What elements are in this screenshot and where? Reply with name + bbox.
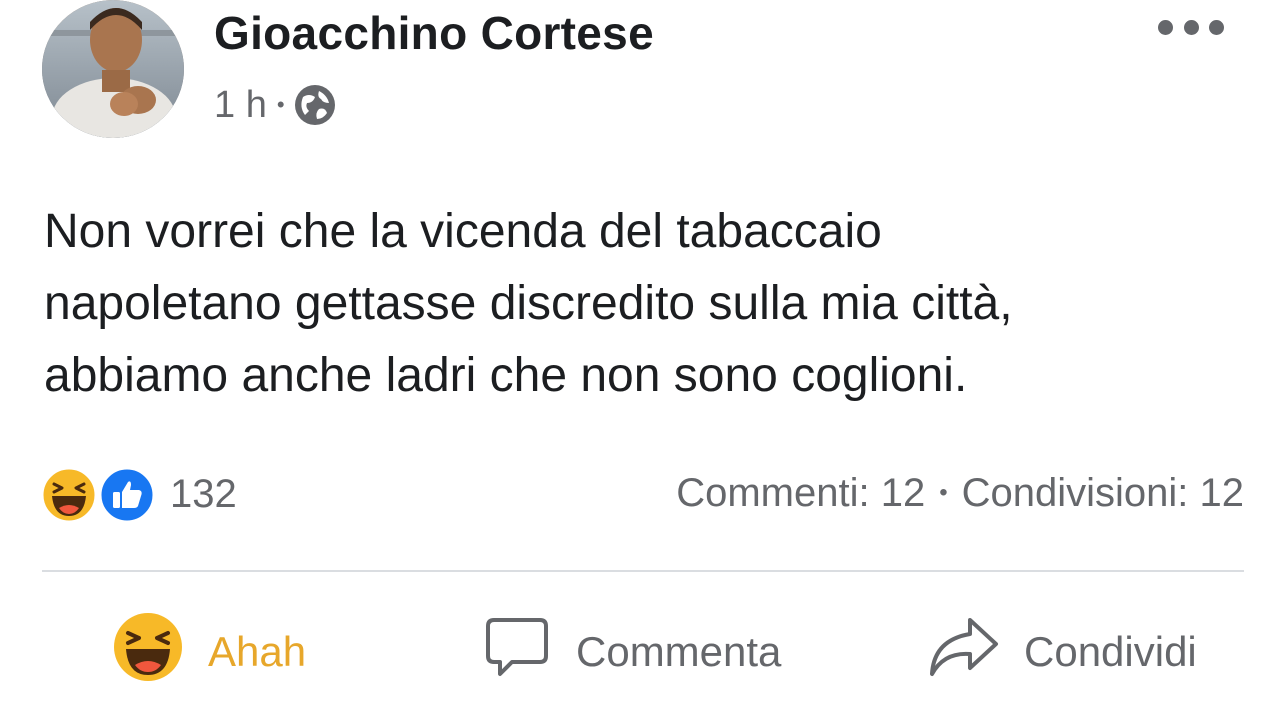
globe-icon[interactable] xyxy=(293,83,337,127)
reaction-icons xyxy=(40,464,160,524)
post-text-line: abbiamo anche ladri che non sono coglion… xyxy=(44,349,968,402)
react-button[interactable]: Ahah xyxy=(112,612,306,692)
post-text: Non vorrei che la vicenda del tabaccaio … xyxy=(44,196,1254,412)
react-button-label: Ahah xyxy=(208,628,307,675)
reactions-summary[interactable]: 132 xyxy=(40,464,237,524)
author-avatar[interactable] xyxy=(42,0,184,138)
haha-reaction-icon xyxy=(40,466,98,524)
post-meta: 1 h • xyxy=(214,80,337,130)
post-text-line: Non vorrei che la vicenda del tabaccaio xyxy=(44,205,882,258)
comments-count-link[interactable]: Commenti: 12 xyxy=(676,471,925,516)
post-text-line: napoletano gettasse discredito sulla mia… xyxy=(44,277,1013,330)
post-stats: Commenti: 12 • Condivisioni: 12 xyxy=(676,468,1244,518)
share-button-label: Condividi xyxy=(1024,628,1197,675)
share-arrow-icon xyxy=(926,612,1000,692)
comment-bubble-icon xyxy=(482,612,552,692)
reaction-count[interactable]: 132 xyxy=(170,472,237,517)
share-button[interactable]: Condividi xyxy=(926,612,1197,692)
comment-button-label: Commenta xyxy=(576,628,782,675)
comment-button[interactable]: Commenta xyxy=(482,612,781,692)
shares-count-link[interactable]: Condivisioni: 12 xyxy=(962,471,1244,516)
like-reaction-icon xyxy=(98,466,156,524)
stats-separator: • xyxy=(939,479,948,506)
divider xyxy=(42,570,1244,572)
author-name[interactable]: Gioacchino Cortese xyxy=(214,6,654,60)
meta-separator: • xyxy=(276,92,285,117)
haha-emoji-icon xyxy=(112,611,184,693)
post-timestamp[interactable]: 1 h xyxy=(214,84,267,127)
more-options-icon[interactable] xyxy=(1158,12,1224,42)
